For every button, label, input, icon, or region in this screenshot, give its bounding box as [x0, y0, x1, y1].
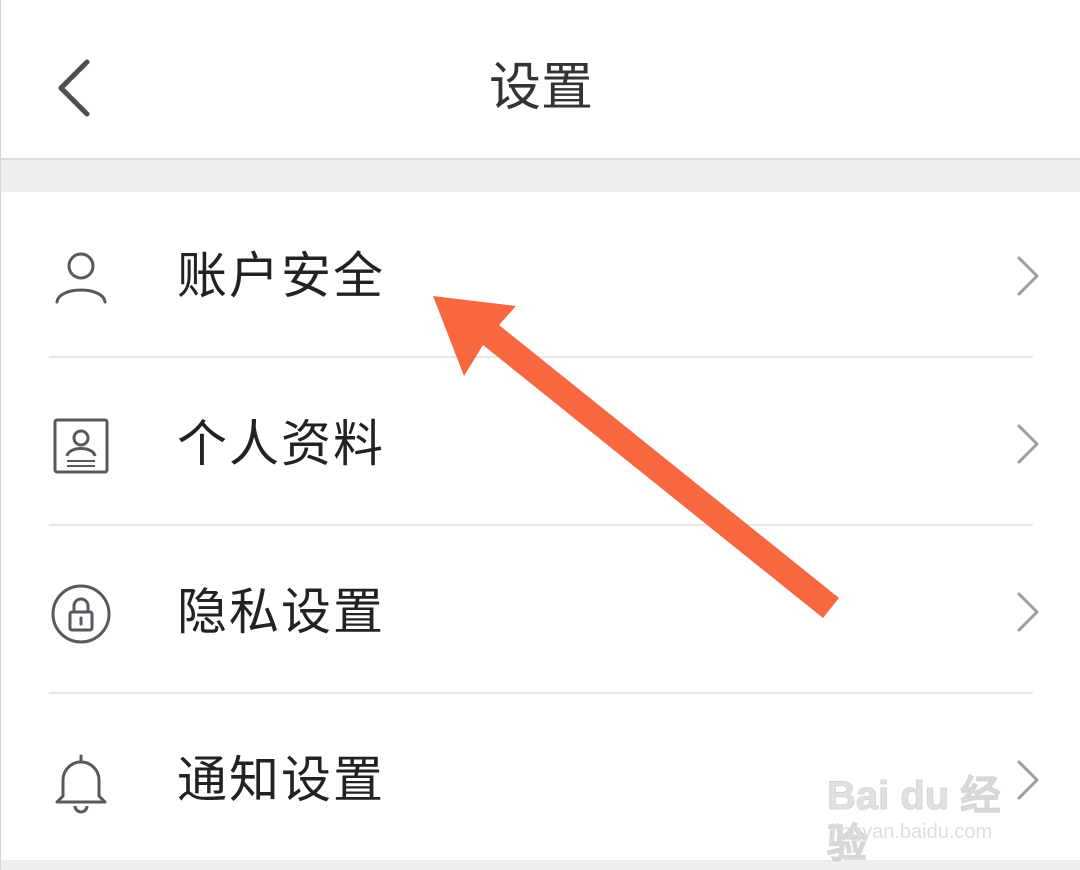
top-bar: 设置	[1, 0, 1080, 160]
list-item-label: 个人资料	[177, 415, 385, 473]
chevron-right-icon	[1017, 760, 1039, 800]
divider	[49, 356, 1033, 358]
chevron-right-icon	[1017, 424, 1039, 464]
settings-screen: 设置 账户安全 个人资料 隐私设置 通知设置 Bai du 经验 jingyan…	[0, 0, 1080, 870]
divider	[49, 692, 1033, 694]
id-card-icon	[53, 418, 109, 474]
user-icon	[55, 252, 107, 304]
bell-icon	[55, 754, 107, 814]
bottom-separator	[1, 860, 1080, 870]
settings-list: 账户安全 个人资料 隐私设置 通知设置	[1, 192, 1080, 860]
list-item-notifications[interactable]: 通知设置	[1, 696, 1080, 864]
divider	[49, 524, 1033, 526]
page-title: 设置	[488, 58, 593, 118]
section-separator	[1, 160, 1080, 192]
lock-icon	[51, 584, 111, 644]
chevron-right-icon	[1017, 256, 1039, 296]
list-item-account-security[interactable]: 账户安全	[1, 192, 1080, 360]
list-item-label: 账户安全	[177, 247, 385, 305]
list-item-label: 通知设置	[177, 751, 385, 809]
chevron-right-icon	[1017, 592, 1039, 632]
list-item-profile[interactable]: 个人资料	[1, 360, 1080, 528]
list-item-privacy[interactable]: 隐私设置	[1, 528, 1080, 696]
list-item-label: 隐私设置	[177, 583, 385, 641]
